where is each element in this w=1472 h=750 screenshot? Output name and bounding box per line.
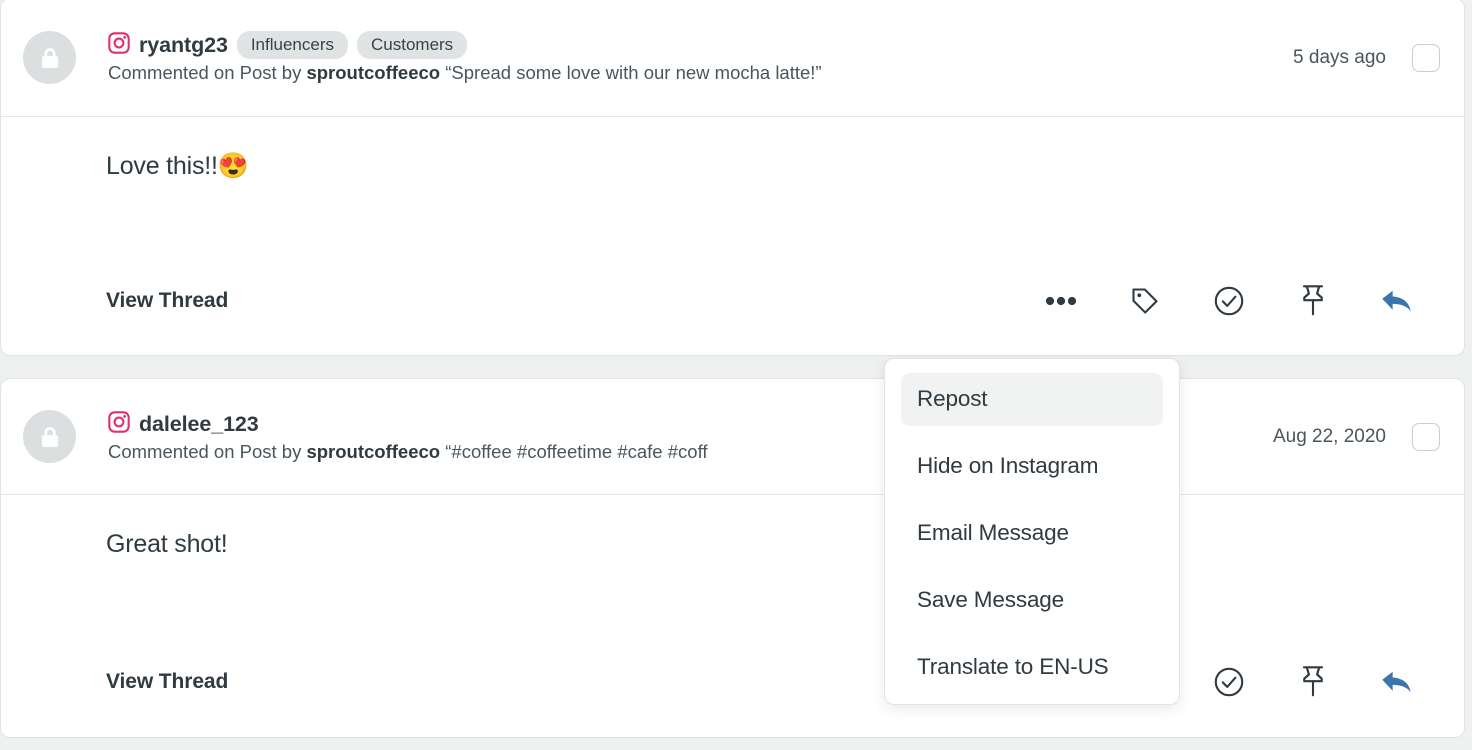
message-header: dalelee_123 Commented on Post by sproutc… bbox=[1, 379, 1464, 495]
message-header-text: ryantg23 Influencers Customers Commented… bbox=[108, 31, 1464, 84]
reply-icon[interactable] bbox=[1380, 665, 1414, 699]
tag-icon[interactable] bbox=[1128, 284, 1162, 318]
context-author[interactable]: sproutcoffeeco bbox=[306, 441, 440, 462]
author-row: ryantg23 Influencers Customers bbox=[108, 31, 1464, 59]
header-right: 5 days ago bbox=[1293, 0, 1464, 116]
message-header: ryantg23 Influencers Customers Commented… bbox=[1, 0, 1464, 117]
message-card: dalelee_123 Commented on Post by sproutc… bbox=[0, 378, 1465, 738]
lock-icon bbox=[39, 46, 61, 70]
author-row: dalelee_123 bbox=[108, 411, 1464, 438]
dropdown-item-hide-on-instagram[interactable]: Hide on Instagram bbox=[901, 440, 1163, 493]
instagram-icon bbox=[108, 411, 130, 438]
view-thread-link[interactable]: View Thread bbox=[106, 289, 228, 313]
timestamp: 5 days ago bbox=[1293, 47, 1386, 69]
message-actions: View Thread bbox=[106, 284, 1442, 318]
message-card: ryantg23 Influencers Customers Commented… bbox=[0, 0, 1465, 356]
select-checkbox[interactable] bbox=[1412, 44, 1440, 72]
message-actions-dropdown: Repost Hide on Instagram Email Message S… bbox=[884, 358, 1180, 705]
context-prefix: Commented on Post by bbox=[108, 441, 306, 462]
context-prefix: Commented on Post by bbox=[108, 62, 306, 83]
author-username[interactable]: dalelee_123 bbox=[139, 412, 259, 437]
author-username[interactable]: ryantg23 bbox=[139, 33, 228, 58]
tag-pill-customers[interactable]: Customers bbox=[357, 31, 467, 59]
context-quote: “#coffee #coffeetime #cafe #coff bbox=[440, 441, 707, 462]
context-author[interactable]: sproutcoffeeco bbox=[306, 62, 440, 83]
reply-icon[interactable] bbox=[1380, 284, 1414, 318]
avatar bbox=[23, 410, 76, 463]
message-body: Great shot! View Thread bbox=[1, 495, 1464, 737]
check-circle-icon[interactable] bbox=[1212, 665, 1246, 699]
lock-icon bbox=[39, 425, 61, 449]
timestamp: Aug 22, 2020 bbox=[1273, 426, 1386, 448]
message-text: Great shot! bbox=[106, 529, 1442, 560]
tag-pill-influencers[interactable]: Influencers bbox=[237, 31, 348, 59]
view-thread-link[interactable]: View Thread bbox=[106, 670, 228, 694]
instagram-icon bbox=[108, 32, 130, 59]
message-text: Love this!!😍 bbox=[106, 151, 1442, 182]
select-checkbox[interactable] bbox=[1412, 423, 1440, 451]
message-body: Love this!!😍 View Thread bbox=[1, 117, 1464, 356]
dropdown-item-translate[interactable]: Translate to EN-US bbox=[901, 641, 1163, 694]
pin-icon[interactable] bbox=[1296, 284, 1330, 318]
ellipsis-icon[interactable] bbox=[1044, 284, 1078, 318]
message-context: Commented on Post by sproutcoffeeco “Spr… bbox=[108, 62, 1168, 84]
avatar bbox=[23, 31, 76, 84]
message-header-text: dalelee_123 Commented on Post by sproutc… bbox=[108, 411, 1464, 463]
check-circle-icon[interactable] bbox=[1212, 284, 1246, 318]
pin-icon[interactable] bbox=[1296, 665, 1330, 699]
dropdown-item-repost[interactable]: Repost bbox=[901, 373, 1163, 426]
header-right: Aug 22, 2020 bbox=[1273, 379, 1464, 494]
dropdown-item-email-message[interactable]: Email Message bbox=[901, 507, 1163, 560]
context-quote: “Spread some love with our new mocha lat… bbox=[440, 62, 821, 83]
action-icon-group bbox=[1044, 284, 1442, 318]
action-icon-group bbox=[1212, 665, 1442, 699]
dropdown-item-save-message[interactable]: Save Message bbox=[901, 574, 1163, 627]
message-inbox: ryantg23 Influencers Customers Commented… bbox=[0, 0, 1472, 750]
message-actions: View Thread bbox=[106, 665, 1442, 699]
